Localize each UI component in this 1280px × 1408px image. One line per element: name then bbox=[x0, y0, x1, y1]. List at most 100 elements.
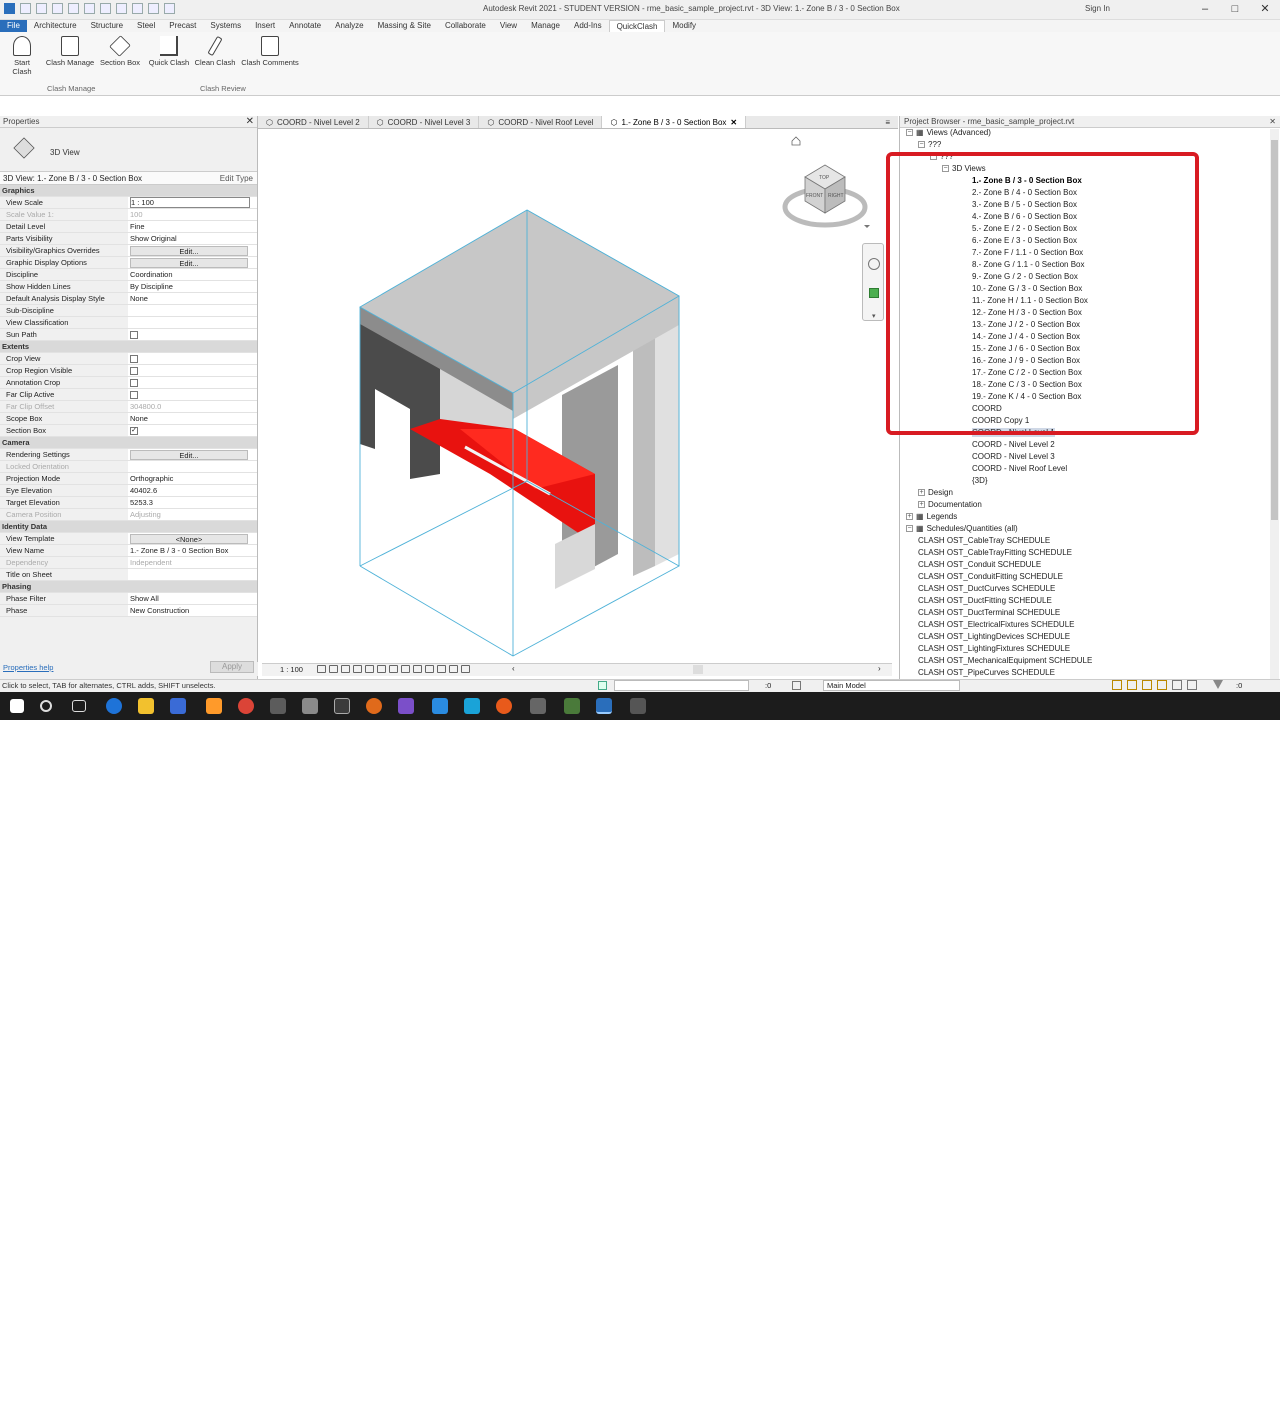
tree-node-clash-ost-pipecurves-schedule[interactable]: CLASH OST_PipeCurves SCHEDULE bbox=[918, 668, 1055, 677]
tabs-menu-icon[interactable]: ≡ bbox=[877, 116, 898, 128]
apply-button[interactable]: Apply bbox=[210, 661, 254, 673]
property-value[interactable]: 1.- Zone B / 3 - 0 Section Box bbox=[128, 545, 257, 556]
properties-help-link[interactable]: Properties help bbox=[3, 663, 53, 672]
property-value[interactable]: <None> bbox=[128, 533, 257, 544]
tab-file[interactable]: File bbox=[0, 20, 27, 32]
app-icon[interactable] bbox=[334, 698, 350, 714]
tree-node-clash-ost-cabletray-schedule[interactable]: CLASH OST_CableTray SCHEDULE bbox=[918, 536, 1050, 545]
firefox-icon[interactable] bbox=[496, 698, 512, 714]
property-checkbox[interactable] bbox=[130, 355, 138, 364]
tab-insert[interactable]: Insert bbox=[248, 20, 282, 32]
tab-steel[interactable]: Steel bbox=[130, 20, 162, 32]
app-icon[interactable] bbox=[530, 698, 546, 714]
tree-node-clash-ost-ductcurves-schedule[interactable]: CLASH OST_DuctCurves SCHEDULE bbox=[918, 584, 1055, 593]
visual-studio-icon[interactable] bbox=[398, 698, 414, 714]
close-icon[interactable]: ✕ bbox=[246, 116, 254, 128]
expand-icon[interactable]: + bbox=[918, 489, 925, 497]
search-icon[interactable] bbox=[40, 700, 52, 712]
type-selector[interactable]: 3D View bbox=[0, 128, 257, 172]
analytical-model-icon[interactable] bbox=[449, 665, 458, 673]
property-group-identity-data[interactable]: Identity Data bbox=[0, 521, 257, 533]
tab-systems[interactable]: Systems bbox=[203, 20, 248, 32]
property-value[interactable] bbox=[128, 377, 257, 388]
app-icon[interactable] bbox=[630, 698, 646, 714]
property-value[interactable] bbox=[128, 305, 257, 316]
property-value[interactable]: ✓ bbox=[128, 425, 257, 436]
windows-start-icon[interactable] bbox=[10, 699, 24, 713]
tab-quickclash[interactable]: QuickClash bbox=[608, 20, 666, 32]
tab-view[interactable]: View bbox=[493, 20, 524, 32]
start-clash-button[interactable]: Start Clash bbox=[4, 36, 40, 76]
tab-modify[interactable]: Modify bbox=[665, 20, 703, 32]
property-checkbox[interactable] bbox=[130, 391, 138, 400]
app-icon[interactable] bbox=[270, 698, 286, 714]
clash-comments-button[interactable]: Clash Comments bbox=[239, 36, 301, 67]
viewcube-right-label[interactable]: RIGHT bbox=[828, 193, 844, 199]
property-value[interactable] bbox=[128, 353, 257, 364]
tab-add-ins[interactable]: Add-Ins bbox=[567, 20, 609, 32]
revit-taskbar-icon[interactable] bbox=[596, 698, 612, 714]
close-icon[interactable]: ✕ bbox=[1269, 116, 1276, 128]
tree-node-clash-ost-lightingdevices-schedule[interactable]: CLASH OST_LightingDevices SCHEDULE bbox=[918, 632, 1070, 641]
tab-annotate[interactable]: Annotate bbox=[282, 20, 328, 32]
property-value[interactable]: Fine bbox=[128, 221, 257, 232]
view-scale[interactable]: 1 : 100 bbox=[280, 665, 303, 674]
property-value[interactable]: Orthographic bbox=[128, 473, 257, 484]
property-value[interactable] bbox=[128, 329, 257, 340]
horizontal-scroll-thumb[interactable] bbox=[693, 665, 703, 674]
tree-node-clash-ost-electricalfixtures-schedule[interactable]: CLASH OST_ElectricalFixtures SCHEDULE bbox=[918, 620, 1074, 629]
collapse-icon[interactable]: − bbox=[918, 141, 925, 149]
select-underlay-icon[interactable] bbox=[1127, 680, 1137, 690]
thin-lines-icon[interactable] bbox=[164, 3, 175, 14]
tree-node-node[interactable]: −??? bbox=[918, 140, 941, 149]
property-value[interactable] bbox=[128, 365, 257, 376]
minimize-button[interactable]: – bbox=[1190, 0, 1220, 20]
worksets-icon[interactable] bbox=[598, 681, 607, 690]
tab-coord-level-2[interactable]: ⬡ COORD - Nivel Level 2 bbox=[258, 116, 369, 128]
property-value[interactable] bbox=[128, 389, 257, 400]
3d-view-icon[interactable] bbox=[132, 3, 143, 14]
viewcube-top-label[interactable]: TOP bbox=[819, 175, 830, 181]
collapse-icon[interactable]: − bbox=[906, 525, 913, 533]
property-group-camera[interactable]: Camera bbox=[0, 437, 257, 449]
tab-analyze[interactable]: Analyze bbox=[328, 20, 370, 32]
design-option-selector[interactable]: Main Model bbox=[823, 680, 960, 691]
property-value[interactable]: None bbox=[128, 413, 257, 424]
property-value[interactable]: By Discipline bbox=[128, 281, 257, 292]
scroll-right-icon[interactable]: › bbox=[878, 664, 881, 673]
app-icon[interactable] bbox=[464, 698, 480, 714]
crop-view-icon[interactable] bbox=[377, 665, 386, 673]
clash-manage-button[interactable]: Clash Manage bbox=[45, 36, 95, 67]
property-edit-button[interactable]: <None> bbox=[130, 534, 248, 544]
collapse-icon[interactable]: − bbox=[906, 129, 913, 137]
property-value[interactable] bbox=[128, 317, 257, 328]
background-processes-icon[interactable] bbox=[1187, 680, 1197, 690]
tab-coord-level-3[interactable]: ⬡ COORD - Nivel Level 3 bbox=[369, 116, 480, 128]
property-edit-button[interactable]: Edit... bbox=[130, 246, 248, 256]
close-button[interactable]: ✕ bbox=[1250, 0, 1280, 20]
undo-icon[interactable] bbox=[52, 3, 63, 14]
expand-icon[interactable]: + bbox=[906, 513, 913, 521]
property-group-graphics[interactable]: Graphics bbox=[0, 185, 257, 197]
save-icon[interactable] bbox=[36, 3, 47, 14]
sun-path-icon[interactable] bbox=[341, 665, 350, 673]
property-value[interactable]: Show All bbox=[128, 593, 257, 604]
tab-coord-roof-level[interactable]: ⬡ COORD - Nivel Roof Level bbox=[479, 116, 603, 128]
select-by-face-icon[interactable] bbox=[1157, 680, 1167, 690]
workset-selector[interactable] bbox=[614, 680, 749, 691]
property-value[interactable]: 1 : 100 bbox=[128, 197, 257, 208]
property-value[interactable]: New Construction bbox=[128, 605, 257, 616]
close-tab-icon[interactable]: ✕ bbox=[730, 116, 737, 129]
tree-node-views-advanced[interactable]: − ▦ Views (Advanced) bbox=[906, 128, 991, 137]
app-icon[interactable] bbox=[206, 698, 222, 714]
file-explorer-icon[interactable] bbox=[138, 698, 154, 714]
browser-scroll-thumb[interactable] bbox=[1271, 140, 1278, 520]
tree-node-design[interactable]: + Design bbox=[918, 488, 953, 497]
property-value[interactable]: Show Original bbox=[128, 233, 257, 244]
text-icon[interactable] bbox=[116, 3, 127, 14]
edge-icon[interactable] bbox=[106, 698, 122, 714]
zoom-icon[interactable] bbox=[869, 288, 879, 298]
sign-in-link[interactable]: Sign In bbox=[1085, 4, 1110, 13]
clean-clash-button[interactable]: Clean Clash bbox=[193, 35, 237, 67]
tree-node-clash-ost-conduit-schedule[interactable]: CLASH OST_Conduit SCHEDULE bbox=[918, 560, 1041, 569]
